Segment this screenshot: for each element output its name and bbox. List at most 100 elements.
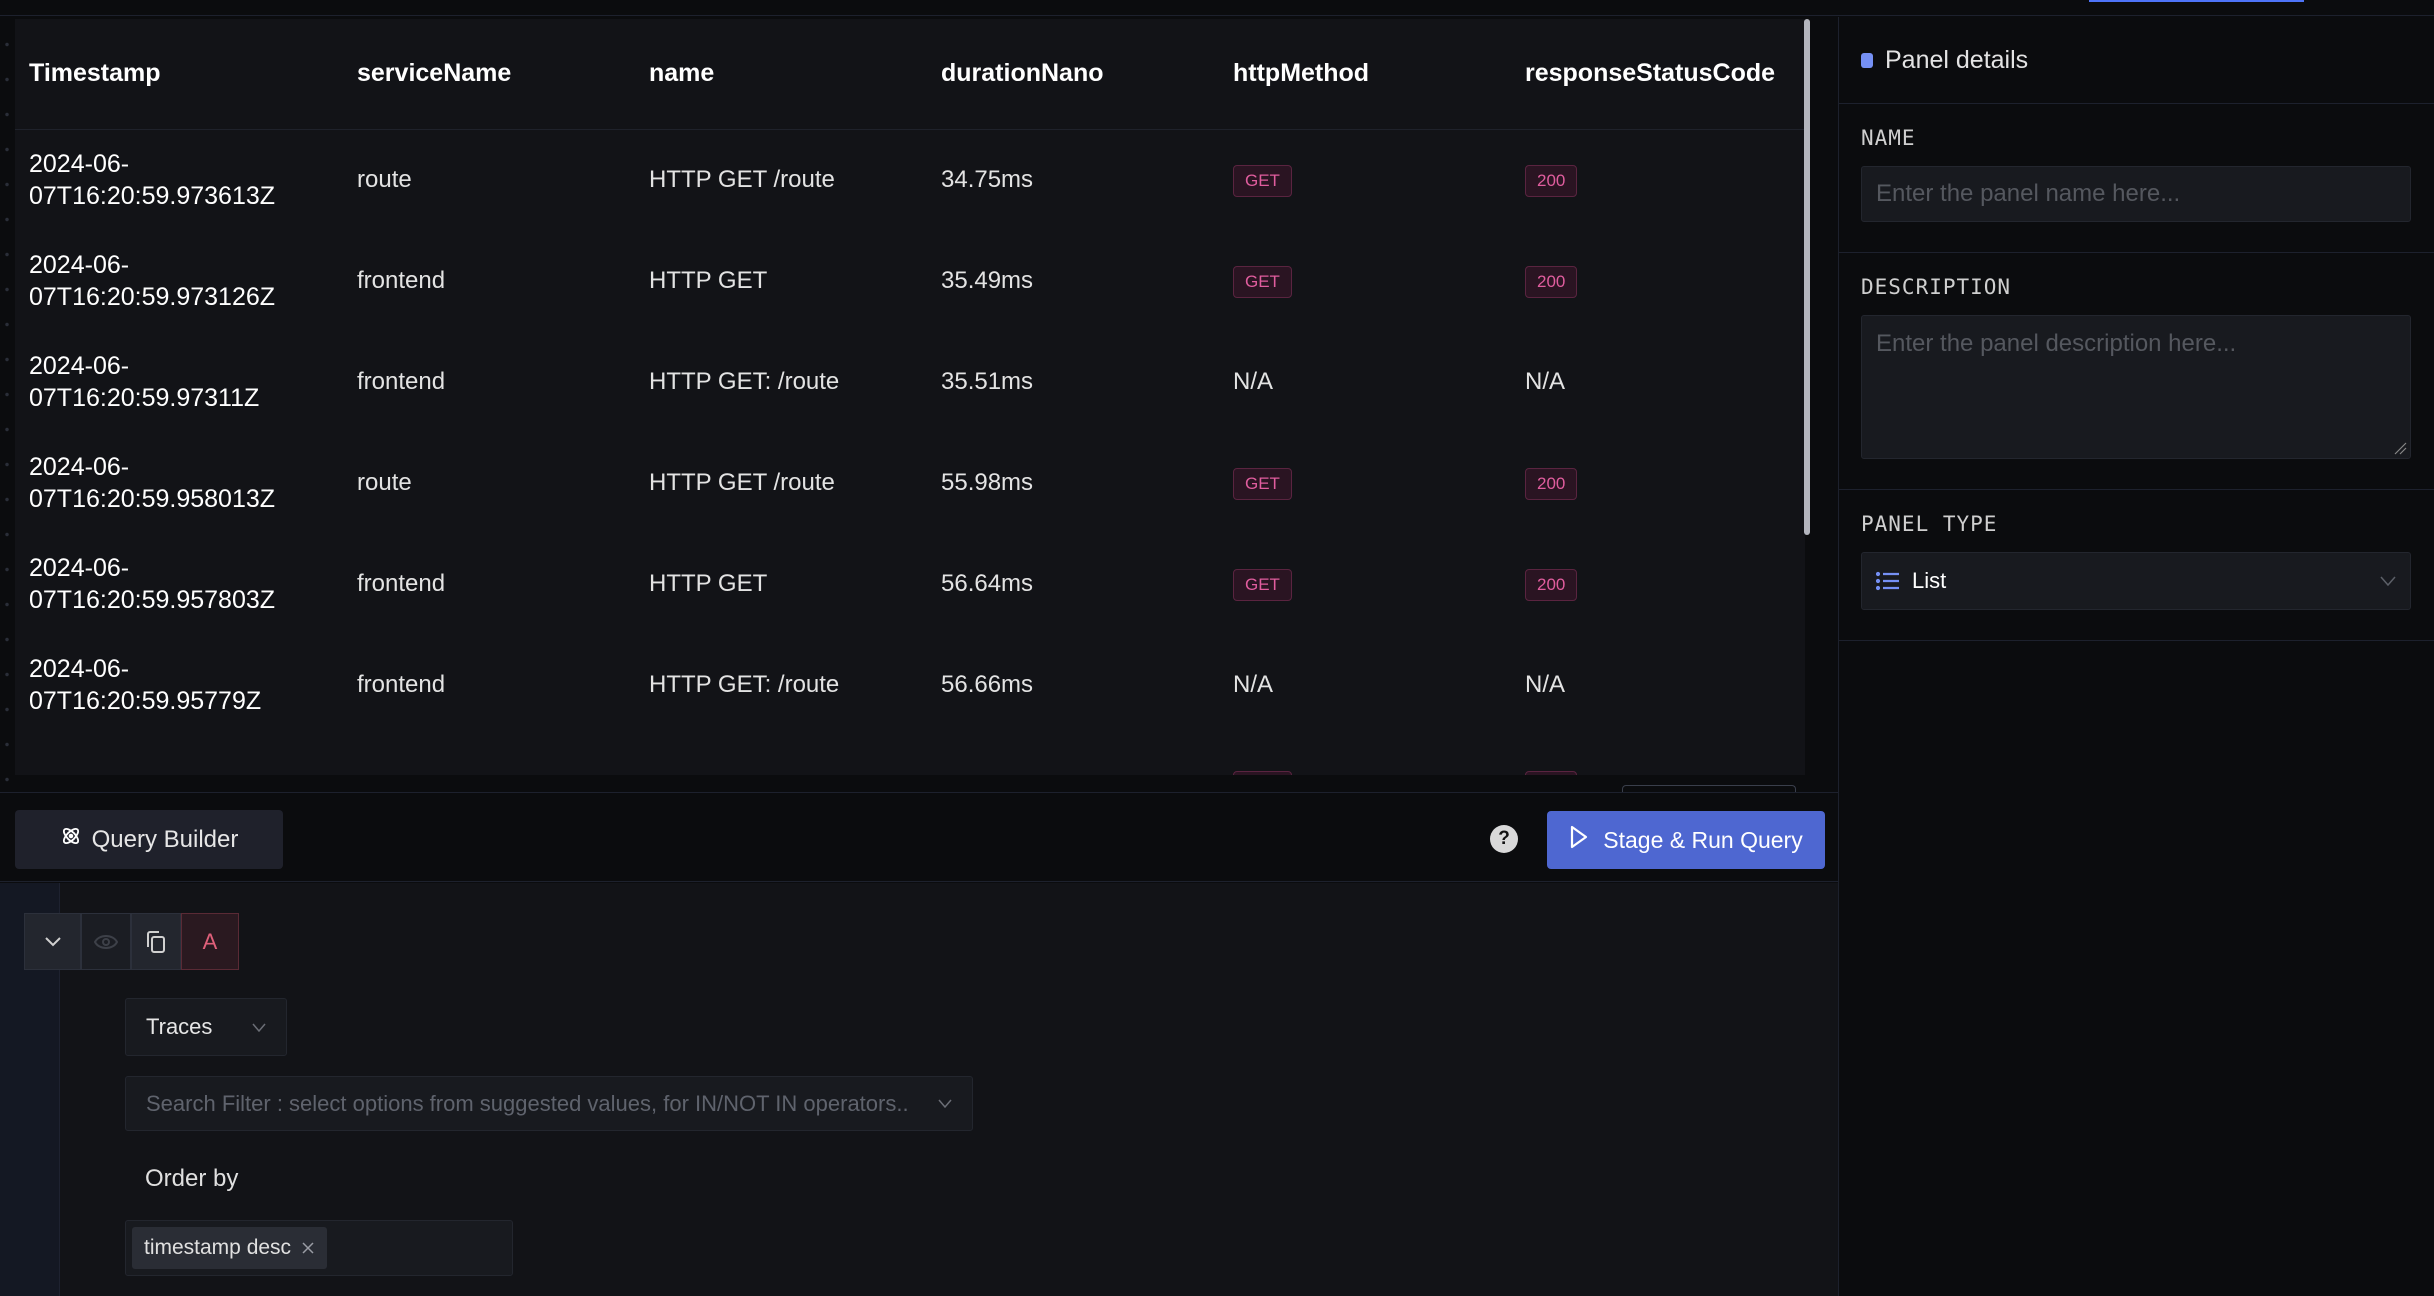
- cell-responsestatuscode: 200: [1511, 432, 1805, 533]
- cell-timestamp: 2024-06- 07T16:20:59.95779Z: [29, 654, 262, 715]
- data-source-value: Traces: [146, 1014, 213, 1039]
- query-builder-tab[interactable]: Query Builder: [15, 810, 283, 869]
- cell-durationnano: 35.51ms: [941, 367, 1034, 395]
- cell-responsestatuscode: N/A: [1525, 367, 1566, 395]
- cell-name: HTTP GET: [649, 266, 768, 294]
- toggle-visibility-button[interactable]: [81, 913, 131, 970]
- order-by-label: Order by: [145, 1165, 239, 1192]
- table-row[interactable]: 2024-06- 07T16:20:59.973613Z route HTTP GET…: [15, 129, 1805, 230]
- play-icon: [1569, 825, 1589, 855]
- http-method-badge: GET: [1233, 467, 1292, 500]
- order-by-select[interactable]: timestamp desc: [125, 1220, 513, 1276]
- panel-type-section: PANEL TYPE List: [1839, 490, 2434, 641]
- eye-icon: [94, 934, 118, 949]
- name-section: NAME Enter the panel name here...: [1839, 104, 2434, 253]
- table-header-row: Timestamp serviceName name durationNano …: [15, 19, 1805, 130]
- resize-handle-icon[interactable]: [2393, 441, 2407, 455]
- table-row[interactable]: 2024-06- 07T16:20:59.973126Z frontend HTTP …: [15, 230, 1805, 331]
- status-code-badge: 200: [1525, 568, 1578, 601]
- cell-timestamp: 2024-06- 07T16:20:59.97311Z: [29, 351, 260, 412]
- panel-details-sidebar: Panel details NAME Enter the panel name …: [1839, 17, 2434, 1296]
- order-by-tag: timestamp desc: [132, 1227, 328, 1269]
- search-filter-placeholder: Search Filter : select options from sugg…: [146, 1090, 909, 1116]
- data-source-select[interactable]: Traces: [125, 998, 287, 1056]
- table-row[interactable]: 2024-06-routeHTTP GET /route45.6 GET 200: [15, 735, 1805, 775]
- results-table: Timestamp serviceName name durationNano …: [15, 19, 1805, 775]
- cell-servicename: route: [343, 735, 635, 776]
- cell-name: HTTP GET: [649, 569, 768, 597]
- description-label: DESCRIPTION: [1861, 275, 2012, 299]
- panel-name-placeholder: Enter the panel name here...: [1876, 180, 2181, 207]
- cell-timestamp: 2024-06- 07T16:20:59.973126Z: [29, 250, 276, 311]
- cell-responsestatuscode: 200: [1511, 230, 1805, 331]
- duplicate-query-button[interactable]: [131, 913, 181, 970]
- cell-name: HTTP GET: /route: [649, 670, 840, 698]
- table-scrollbar[interactable]: [1804, 19, 1810, 535]
- collapse-query-button[interactable]: [24, 913, 81, 970]
- cell-servicename: frontend: [357, 569, 446, 597]
- cell-httpmethod: N/A: [1233, 670, 1274, 698]
- cell-durationnano: 55.98ms: [941, 468, 1034, 496]
- http-method-badge: GET: [1233, 265, 1292, 298]
- stage-run-query-button[interactable]: Stage & Run Query: [1547, 811, 1825, 869]
- status-code-badge: 200: [1525, 164, 1578, 197]
- left-gutter: [0, 17, 14, 787]
- cell-timestamp: 2024-06-: [15, 735, 343, 776]
- cell-timestamp: 2024-06- 07T16:20:59.973613Z: [29, 149, 276, 210]
- table-row[interactable]: 2024-06- 07T16:20:59.957803Z frontend HTTP …: [15, 533, 1805, 634]
- chevron-down-icon: [44, 936, 61, 946]
- cell-name: HTTP GET /route: [649, 165, 835, 193]
- cell-responsestatuscode: 200: [1511, 129, 1805, 230]
- cell-name: HTTP GET: /route: [649, 367, 840, 395]
- panel-details-header: Panel details: [1839, 17, 2434, 104]
- http-method-badge: GET: [1233, 164, 1292, 197]
- column-header-timestamp[interactable]: Timestamp: [15, 19, 343, 130]
- cell-httpmethod: N/A: [1233, 367, 1274, 395]
- cell-timestamp: 2024-06- 07T16:20:59.957803Z: [29, 553, 276, 614]
- status-code-badge: 200: [1525, 770, 1578, 775]
- top-bar: [0, 0, 2434, 16]
- close-icon[interactable]: [301, 1241, 315, 1255]
- cell-httpmethod: GET: [1219, 230, 1511, 331]
- cell-responsestatuscode: N/A: [1525, 670, 1566, 698]
- status-code-badge: 200: [1525, 467, 1578, 500]
- panel-dot-icon: [1861, 52, 1873, 68]
- query-toolbar: Query Builder ? Stage & Run Query: [0, 792, 1838, 882]
- panel-type-select[interactable]: List: [1861, 552, 2411, 610]
- run-button-label: Stage & Run Query: [1603, 826, 1803, 853]
- cell-durationnano: 34.75ms: [941, 165, 1034, 193]
- table-row[interactable]: 2024-06- 07T16:20:59.95779Z frontend HTTP G…: [15, 634, 1805, 735]
- status-code-badge: 200: [1525, 265, 1578, 298]
- http-method-badge: GET: [1233, 770, 1292, 775]
- cell-responsestatuscode: 200: [1511, 735, 1805, 775]
- query-controls: A: [24, 913, 239, 970]
- panel-description-placeholder: Enter the panel description here...: [1876, 330, 2237, 357]
- query-builder-area: A Traces Search Filter : select options …: [0, 883, 1838, 1296]
- panel-type-value: List: [1912, 568, 1947, 593]
- column-header-httpmethod[interactable]: httpMethod: [1219, 19, 1511, 130]
- cell-durationnano: 35.49ms: [941, 266, 1034, 294]
- chevron-down-icon: [2380, 576, 2396, 586]
- column-header-name[interactable]: name: [635, 19, 927, 130]
- cell-durationnano: 45.6: [927, 735, 1219, 776]
- cell-servicename: frontend: [357, 367, 446, 395]
- cell-timestamp: 2024-06- 07T16:20:59.958013Z: [29, 452, 276, 513]
- cell-httpmethod: GET: [1219, 129, 1511, 230]
- query-letter-badge[interactable]: A: [181, 913, 239, 970]
- help-icon[interactable]: ?: [1490, 825, 1518, 853]
- panel-description-input[interactable]: Enter the panel description here...: [1861, 315, 2411, 459]
- column-header-responsestatuscode[interactable]: responseStatusCode: [1511, 19, 1805, 130]
- column-header-durationnano[interactable]: durationNano: [927, 19, 1219, 130]
- panel-name-input[interactable]: Enter the panel name here...: [1861, 166, 2411, 222]
- column-header-servicename[interactable]: serviceName: [343, 19, 635, 130]
- table-row[interactable]: 2024-06- 07T16:20:59.97311Z frontend HTTP G…: [15, 331, 1805, 432]
- table-row[interactable]: 2024-06- 07T16:20:59.958013Z route HTTP GET…: [15, 432, 1805, 533]
- description-section: DESCRIPTION Enter the panel description …: [1839, 253, 2434, 490]
- cell-responsestatuscode: 200: [1511, 533, 1805, 634]
- search-filter-input[interactable]: Search Filter : select options from sugg…: [125, 1076, 973, 1131]
- cell-httpmethod: GET: [1219, 432, 1511, 533]
- order-by-tag-label: timestamp desc: [144, 1236, 292, 1259]
- cell-name: HTTP GET /route: [649, 468, 835, 496]
- panel-type-label: PANEL TYPE: [1861, 512, 1998, 536]
- cell-servicename: frontend: [357, 266, 446, 294]
